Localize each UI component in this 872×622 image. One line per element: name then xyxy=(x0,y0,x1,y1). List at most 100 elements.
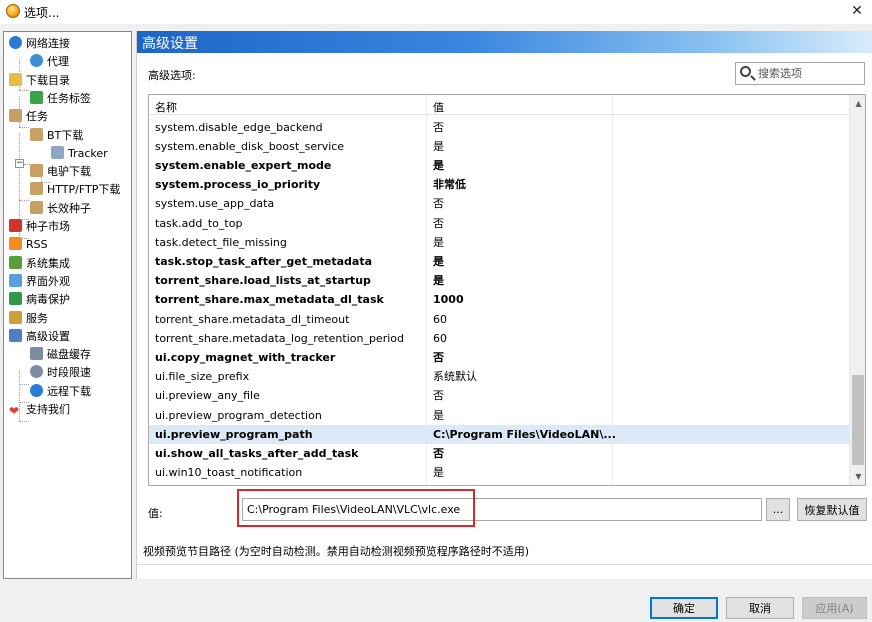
option-row[interactable]: torrent_share.max_metadata_dl_task 1000 xyxy=(149,290,849,309)
value-input[interactable] xyxy=(242,498,762,521)
options-grid[interactable]: 名称 值 system.disable_edge_backend 否 system.… xyxy=(148,94,866,486)
option-name: ui.show_all_tasks_after_add_task xyxy=(155,446,359,460)
apply-button[interactable]: 应用(A) xyxy=(802,597,867,619)
scroll-thumb[interactable] xyxy=(852,375,864,465)
clipboard-icon xyxy=(30,200,43,214)
tree-item-support-us[interactable]: ❤ 支持我们 xyxy=(9,401,70,419)
option-name: task.detect_file_missing xyxy=(155,235,287,249)
option-row[interactable]: ui.copy_magnet_with_tracker 否 xyxy=(149,348,849,367)
option-description: 视频预览节目路径 (为空时自动检测。禁用自动检测视频预览程序路径时不适用) xyxy=(143,545,530,558)
settings-tree[interactable]: − 网络连接 代理下载目录任务标签任务 BT下载 Tracker 电驴下载 HTTP/FTP… xyxy=(3,31,132,579)
tree-item-http-ftp-download[interactable]: HTTP/FTP下载 xyxy=(30,181,120,199)
option-name: task.stop_task_after_get_metadata xyxy=(155,254,373,268)
option-name: ui.preview_program_detection xyxy=(155,408,322,422)
tree-item-label: 远程下载 xyxy=(47,384,91,398)
option-row[interactable]: system.use_app_data 否 xyxy=(149,194,849,213)
option-row[interactable]: system.enable_expert_mode 是 xyxy=(149,156,849,175)
column-header-name[interactable]: 名称 xyxy=(155,99,177,115)
option-name: ui.win10_toast_notification xyxy=(155,466,303,480)
tree-connector-line xyxy=(19,384,29,385)
scroll-up-icon[interactable]: ▲ xyxy=(850,95,865,112)
key-icon xyxy=(9,310,22,324)
tree-item-disk-cache[interactable]: 磁盘缓存 xyxy=(30,346,91,364)
option-name: system.use_app_data xyxy=(155,197,275,211)
scroll-down-icon[interactable]: ▼ xyxy=(850,468,865,485)
tree-item-label: 高级设置 xyxy=(26,329,70,343)
divider xyxy=(137,564,872,565)
option-row[interactable]: ui.preview_program_path C:\Program Files\… xyxy=(149,424,849,444)
app-logo-icon xyxy=(6,4,20,18)
shield-icon xyxy=(9,292,22,306)
option-row[interactable]: ui.preview_program_detection 是 xyxy=(149,406,849,425)
reset-default-button[interactable]: 恢复默认值 xyxy=(797,498,867,521)
tree-item-system-integration[interactable]: 系统集成 xyxy=(9,255,70,273)
option-value: 60 xyxy=(433,312,447,326)
option-row[interactable]: ui.show_all_tasks_after_add_task 否 xyxy=(149,444,849,463)
panel-header: 高级设置 xyxy=(137,31,872,53)
tree-item-download-dir[interactable]: 下载目录 xyxy=(9,72,70,90)
option-name: ui.preview_any_file xyxy=(155,389,260,403)
option-name: ui.preview_program_path xyxy=(155,427,313,441)
close-icon[interactable]: ✕ xyxy=(842,0,872,22)
tag-icon xyxy=(30,90,43,104)
tree-item-proxy[interactable]: 代理 xyxy=(30,53,69,71)
tree-item-virus-protection[interactable]: 病毒保护 xyxy=(9,291,70,309)
option-row[interactable]: task.detect_file_missing 是 xyxy=(149,233,849,252)
option-value: 非常低 xyxy=(433,178,466,192)
option-row[interactable]: torrent_share.metadata_log_retention_per… xyxy=(149,329,849,348)
option-value: 否 xyxy=(433,446,444,460)
search-box[interactable] xyxy=(735,62,865,85)
panel-title: 高级设置 xyxy=(142,36,198,52)
folder-icon xyxy=(9,72,22,86)
option-name: torrent_share.max_metadata_dl_task xyxy=(155,293,384,307)
title-bar: 选项... ✕ xyxy=(0,0,872,24)
tree-item-label: RSS xyxy=(26,238,48,252)
tree-item-label: 下载目录 xyxy=(26,73,70,87)
cancel-button[interactable]: 取消 xyxy=(726,597,794,619)
option-row[interactable]: task.stop_task_after_get_metadata 是 xyxy=(149,252,849,271)
tree-item-tasks[interactable]: 任务 xyxy=(9,108,48,126)
collapse-icon[interactable]: − xyxy=(15,159,24,168)
column-header-value[interactable]: 值 xyxy=(433,99,444,115)
option-row[interactable]: torrent_share.load_lists_at_startup 是 xyxy=(149,271,849,290)
tree-item-long-seed[interactable]: 长效种子 xyxy=(30,200,91,218)
browse-button[interactable]: ... xyxy=(766,498,790,521)
option-row[interactable]: system.enable_disk_boost_service 是 xyxy=(149,137,849,156)
option-value: C:\Program Files\VideoLAN\... xyxy=(433,427,616,441)
tree-item-ed2k-download[interactable]: 电驴下载 xyxy=(30,163,91,181)
tree-item-appearance[interactable]: 界面外观 xyxy=(9,273,70,291)
option-row[interactable]: task.add_to_top 否 xyxy=(149,214,849,233)
option-value: 否 xyxy=(433,350,444,364)
option-value: 是 xyxy=(433,408,444,422)
ok-button[interactable]: 确定 xyxy=(650,597,718,619)
option-name: torrent_share.metadata_log_retention_per… xyxy=(155,331,404,345)
puzzle-icon xyxy=(9,255,22,269)
tree-item-advanced-settings[interactable]: 高级设置 xyxy=(9,328,70,346)
search-input[interactable] xyxy=(758,65,862,82)
option-row[interactable]: ui.preview_any_file 否 xyxy=(149,386,849,405)
option-value: 1000 xyxy=(433,293,464,307)
grid-header: 名称 值 xyxy=(149,95,849,115)
tree-item-network[interactable]: 网络连接 xyxy=(9,35,70,53)
tree-item-torrent-market[interactable]: 种子市场 xyxy=(9,218,70,236)
tree-item-label: 长效种子 xyxy=(47,201,91,215)
option-value: 系统默认 xyxy=(433,370,477,384)
remote-globe-icon xyxy=(30,383,43,397)
option-row[interactable]: ui.win10_toast_notification 是 xyxy=(149,463,849,482)
option-row[interactable]: torrent_share.metadata_dl_timeout 60 xyxy=(149,310,849,329)
tree-item-tracker[interactable]: Tracker xyxy=(51,145,108,163)
option-value: 是 xyxy=(433,139,444,153)
tree-item-services[interactable]: 服务 xyxy=(9,310,48,328)
globe-small-icon xyxy=(30,54,43,68)
tree-item-label: 任务标签 xyxy=(47,91,91,105)
option-row[interactable]: system.disable_edge_backend 否 xyxy=(149,118,849,137)
tree-item-rss[interactable]: RSS xyxy=(9,236,48,254)
vertical-scrollbar[interactable]: ▲ ▼ xyxy=(849,95,865,485)
tree-item-speed-schedule[interactable]: 时段限速 xyxy=(30,364,91,382)
tree-item-bt-download[interactable]: BT下载 xyxy=(30,127,83,145)
option-name: system.enable_disk_boost_service xyxy=(155,139,345,153)
tree-item-remote-download[interactable]: 远程下载 xyxy=(30,383,91,401)
option-row[interactable]: ui.file_size_prefix 系统默认 xyxy=(149,367,849,386)
option-row[interactable]: system.process_io_priority 非常低 xyxy=(149,175,849,194)
tree-item-task-tags[interactable]: 任务标签 xyxy=(30,90,91,108)
